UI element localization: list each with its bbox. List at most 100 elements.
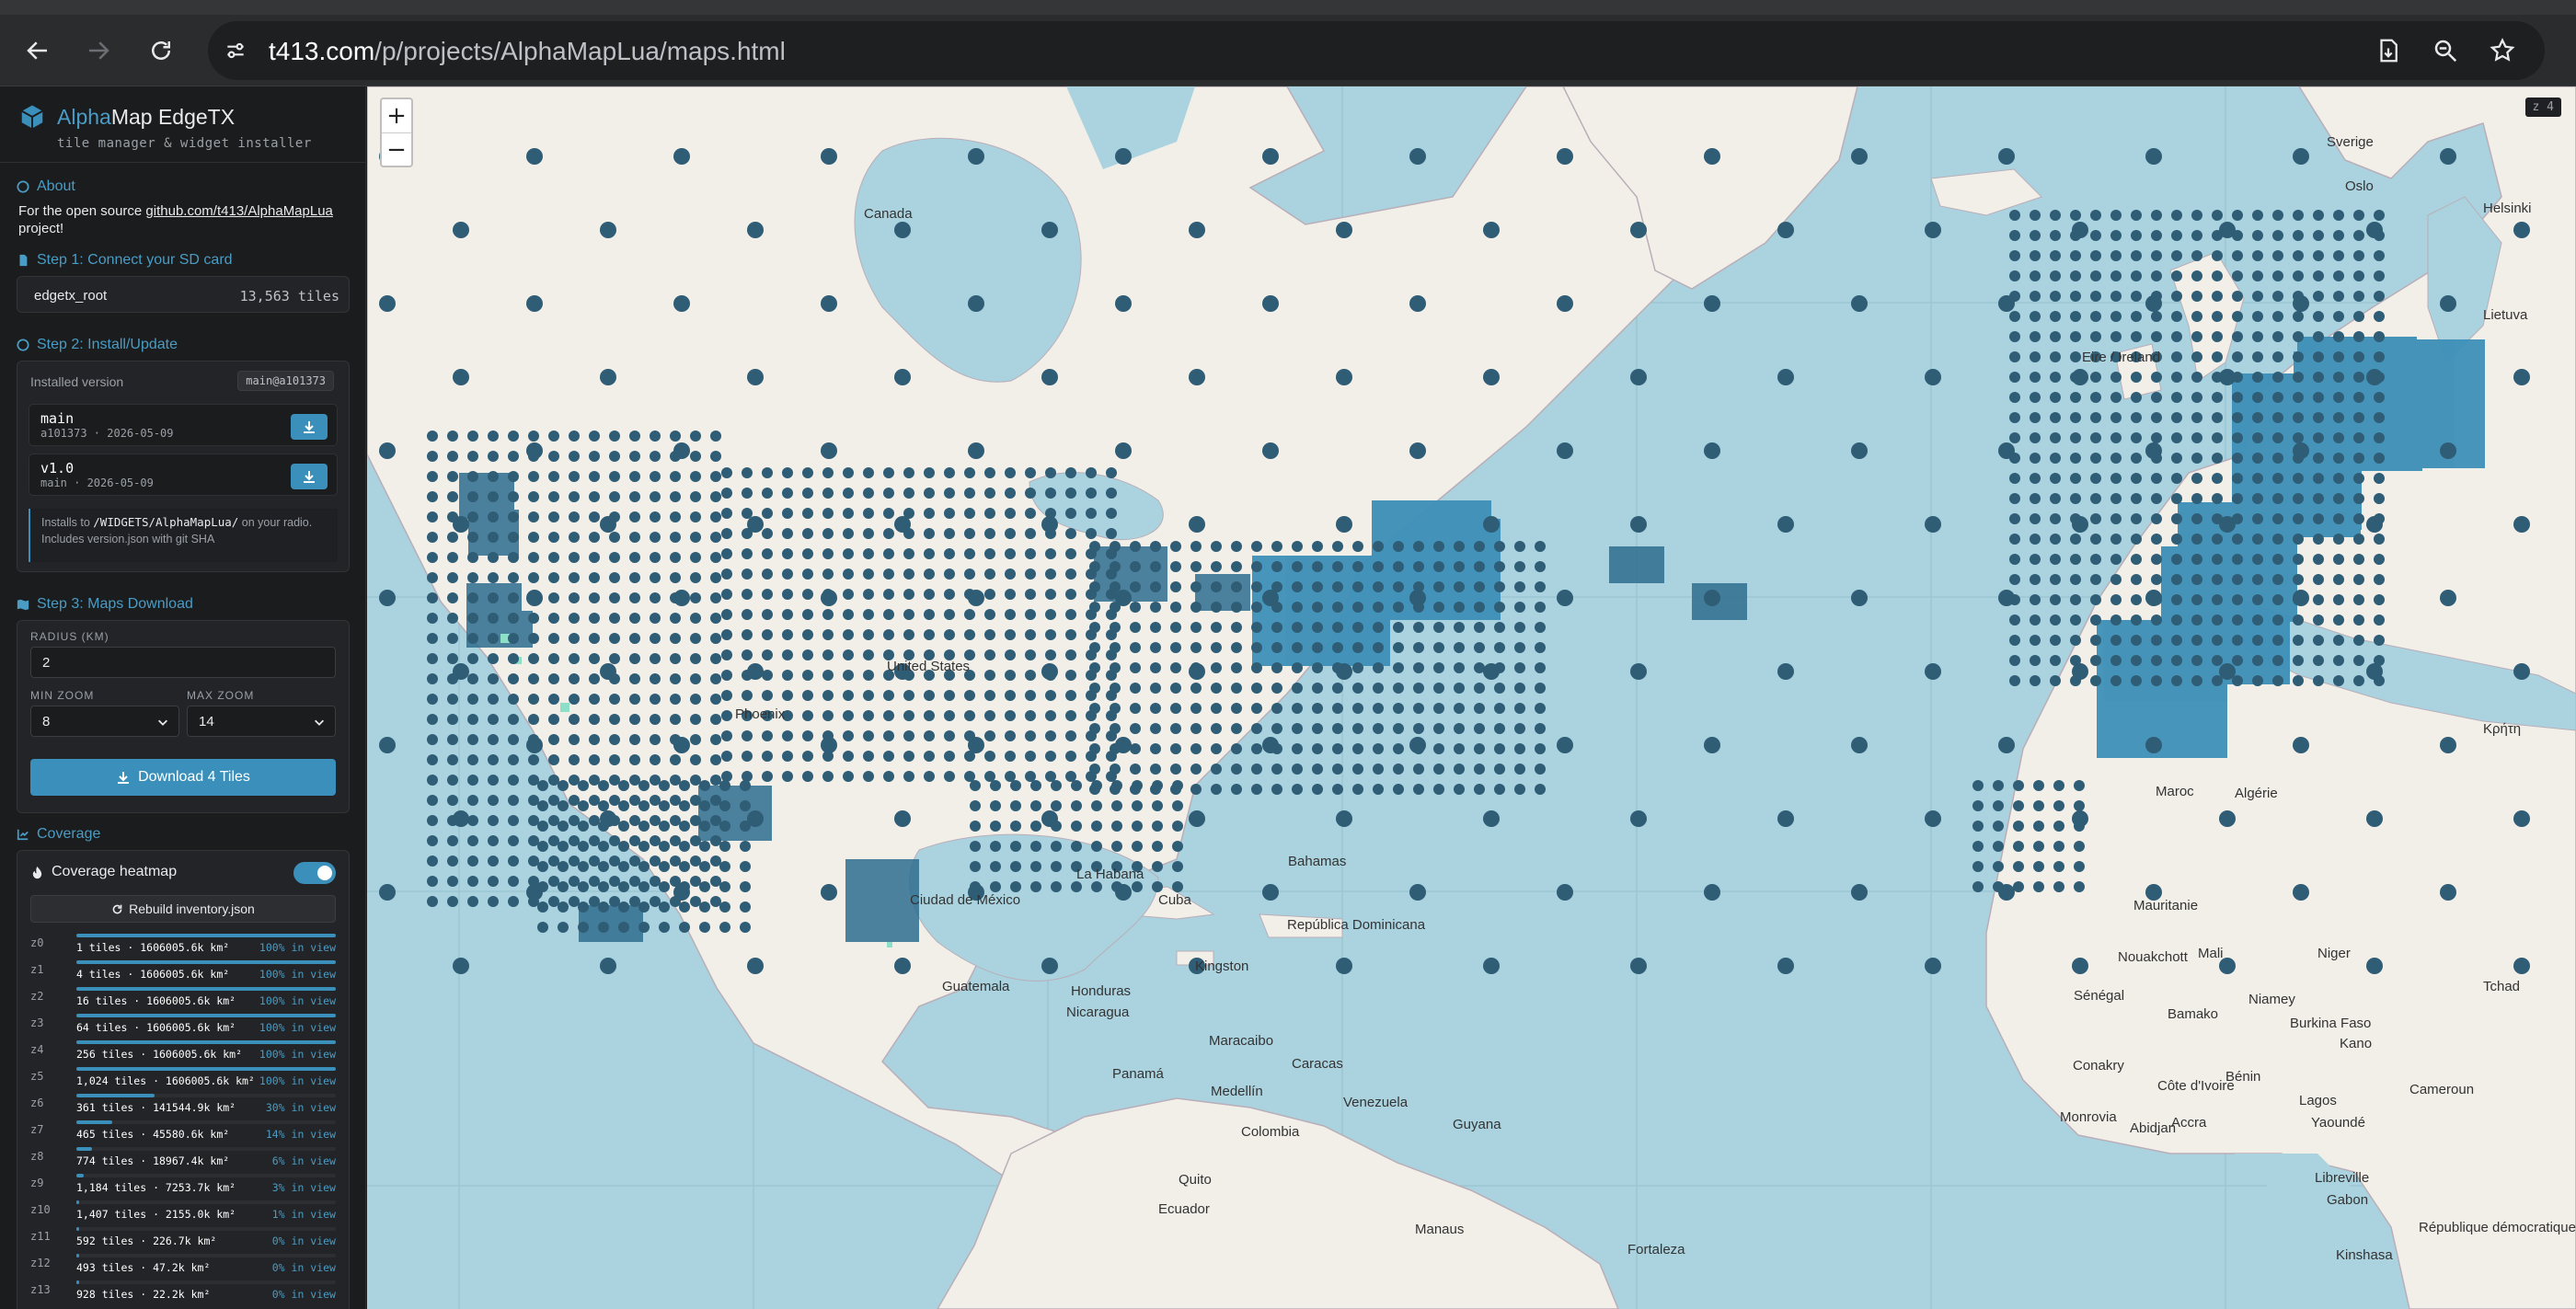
tile-marker — [1409, 884, 1426, 901]
heatmap-toggle[interactable] — [293, 862, 336, 884]
tile-marker — [618, 901, 629, 913]
tile-marker — [1030, 800, 1041, 811]
tile-marker — [690, 633, 701, 644]
tile-marker — [883, 568, 894, 580]
tile-marker — [1393, 784, 1404, 795]
tile-marker — [2030, 372, 2041, 383]
tile-marker — [2090, 614, 2101, 626]
tile-marker — [2050, 554, 2061, 565]
tile-marker — [721, 690, 732, 701]
coverage-bar-fill — [76, 960, 336, 964]
download-tiles-button[interactable]: Download 4 Tiles — [30, 759, 336, 796]
github-link[interactable]: github.com/t413/AlphaMapLua — [145, 203, 332, 219]
max-zoom-select[interactable]: 14 — [187, 706, 336, 737]
reload-button[interactable] — [140, 29, 182, 72]
zoom-out-button[interactable]: − — [382, 133, 411, 166]
tile-marker — [1251, 683, 1262, 694]
tile-marker — [589, 855, 600, 867]
tile-marker — [2313, 351, 2324, 362]
min-zoom-select[interactable]: 8 — [30, 706, 179, 737]
install-main-button[interactable] — [291, 414, 328, 440]
tile-marker — [379, 737, 396, 753]
tile-marker — [710, 451, 721, 462]
tile-marker — [1373, 683, 1384, 694]
tile-marker — [2110, 453, 2122, 464]
install-app-icon[interactable] — [2372, 34, 2405, 67]
tile-marker — [2313, 270, 2324, 281]
tile-marker — [528, 694, 539, 705]
tile-marker — [690, 795, 701, 806]
map-view[interactable]: Canada United States Phoenix Ciudad de Méxi… — [367, 86, 2576, 1309]
tile-marker — [1172, 800, 1183, 811]
sd-card-selector[interactable]: edgetx_root 13,563 tiles — [17, 276, 350, 313]
install-v1-button[interactable] — [291, 464, 328, 489]
tile-marker — [2191, 574, 2202, 585]
tile-marker — [1535, 723, 1546, 734]
tile-marker — [467, 795, 478, 806]
tile-marker — [863, 589, 874, 600]
tile-marker — [843, 589, 854, 600]
tile-marker — [1271, 723, 1282, 734]
tile-marker — [843, 467, 854, 478]
tile-marker — [710, 694, 721, 705]
tile-marker — [427, 471, 438, 482]
tile-marker — [762, 548, 773, 559]
radius-input[interactable]: 2 — [30, 647, 336, 678]
tile-marker — [1925, 222, 1941, 238]
rebuild-inventory-button[interactable]: Rebuild inventory.json — [30, 895, 336, 923]
tile-marker — [609, 896, 620, 907]
site-settings-icon[interactable] — [217, 32, 254, 69]
tile-marker — [1025, 488, 1036, 499]
tile-marker — [1433, 602, 1444, 613]
tile-marker — [650, 613, 661, 624]
tile-marker — [2110, 412, 2122, 423]
tile-marker — [1010, 881, 1021, 892]
tile-marker — [1189, 222, 1205, 238]
tile-marker — [1413, 723, 1424, 734]
tile-marker — [2151, 331, 2162, 342]
tile-marker — [629, 775, 640, 786]
tile-marker — [924, 488, 935, 499]
tile-marker — [2374, 513, 2385, 524]
tile-marker — [1292, 703, 1303, 714]
tile-marker — [1352, 784, 1363, 795]
tile-marker — [1190, 764, 1202, 775]
tile-marker — [2131, 453, 2142, 464]
tile-marker — [944, 771, 955, 782]
tile-marker — [1211, 602, 1222, 613]
tile-marker — [1086, 508, 1097, 519]
tile-marker — [1514, 561, 1525, 572]
tile-marker — [1051, 780, 1062, 791]
tile-marker — [1993, 800, 2004, 811]
address-bar[interactable]: t413.com/p/projects/AlphaMapLua/maps.htm… — [208, 21, 2545, 80]
bookmark-star-icon[interactable] — [2486, 34, 2519, 67]
tile-marker — [629, 491, 640, 502]
zoom-icon[interactable] — [2429, 34, 2462, 67]
zoom-in-button[interactable]: + — [382, 99, 411, 132]
tile-marker — [2131, 392, 2142, 403]
tile-marker — [2513, 663, 2530, 680]
tile-marker — [1454, 602, 1465, 613]
tile-marker — [1352, 602, 1363, 613]
tile-marker — [1514, 784, 1525, 795]
tile-marker — [2030, 614, 2041, 626]
tile-marker — [670, 795, 681, 806]
tile-marker — [467, 511, 478, 522]
tile-marker — [690, 754, 701, 765]
tile-marker — [1336, 516, 1352, 533]
tile-marker — [1025, 771, 1036, 782]
tile-marker — [710, 775, 721, 786]
tile-marker — [2013, 821, 2024, 832]
arrow-left-icon — [27, 41, 47, 60]
step2-heading: Step 2: Install/Update — [17, 337, 178, 353]
tile-marker — [1005, 589, 1016, 600]
tile-marker — [578, 821, 589, 832]
forward-button[interactable] — [77, 29, 120, 72]
tile-marker — [2252, 210, 2263, 221]
tile-marker — [1998, 148, 2015, 165]
tile-marker — [548, 673, 559, 684]
tile-marker — [1352, 743, 1363, 754]
back-button[interactable] — [17, 29, 59, 72]
tile-marker — [670, 653, 681, 664]
tile-marker — [2074, 841, 2085, 852]
